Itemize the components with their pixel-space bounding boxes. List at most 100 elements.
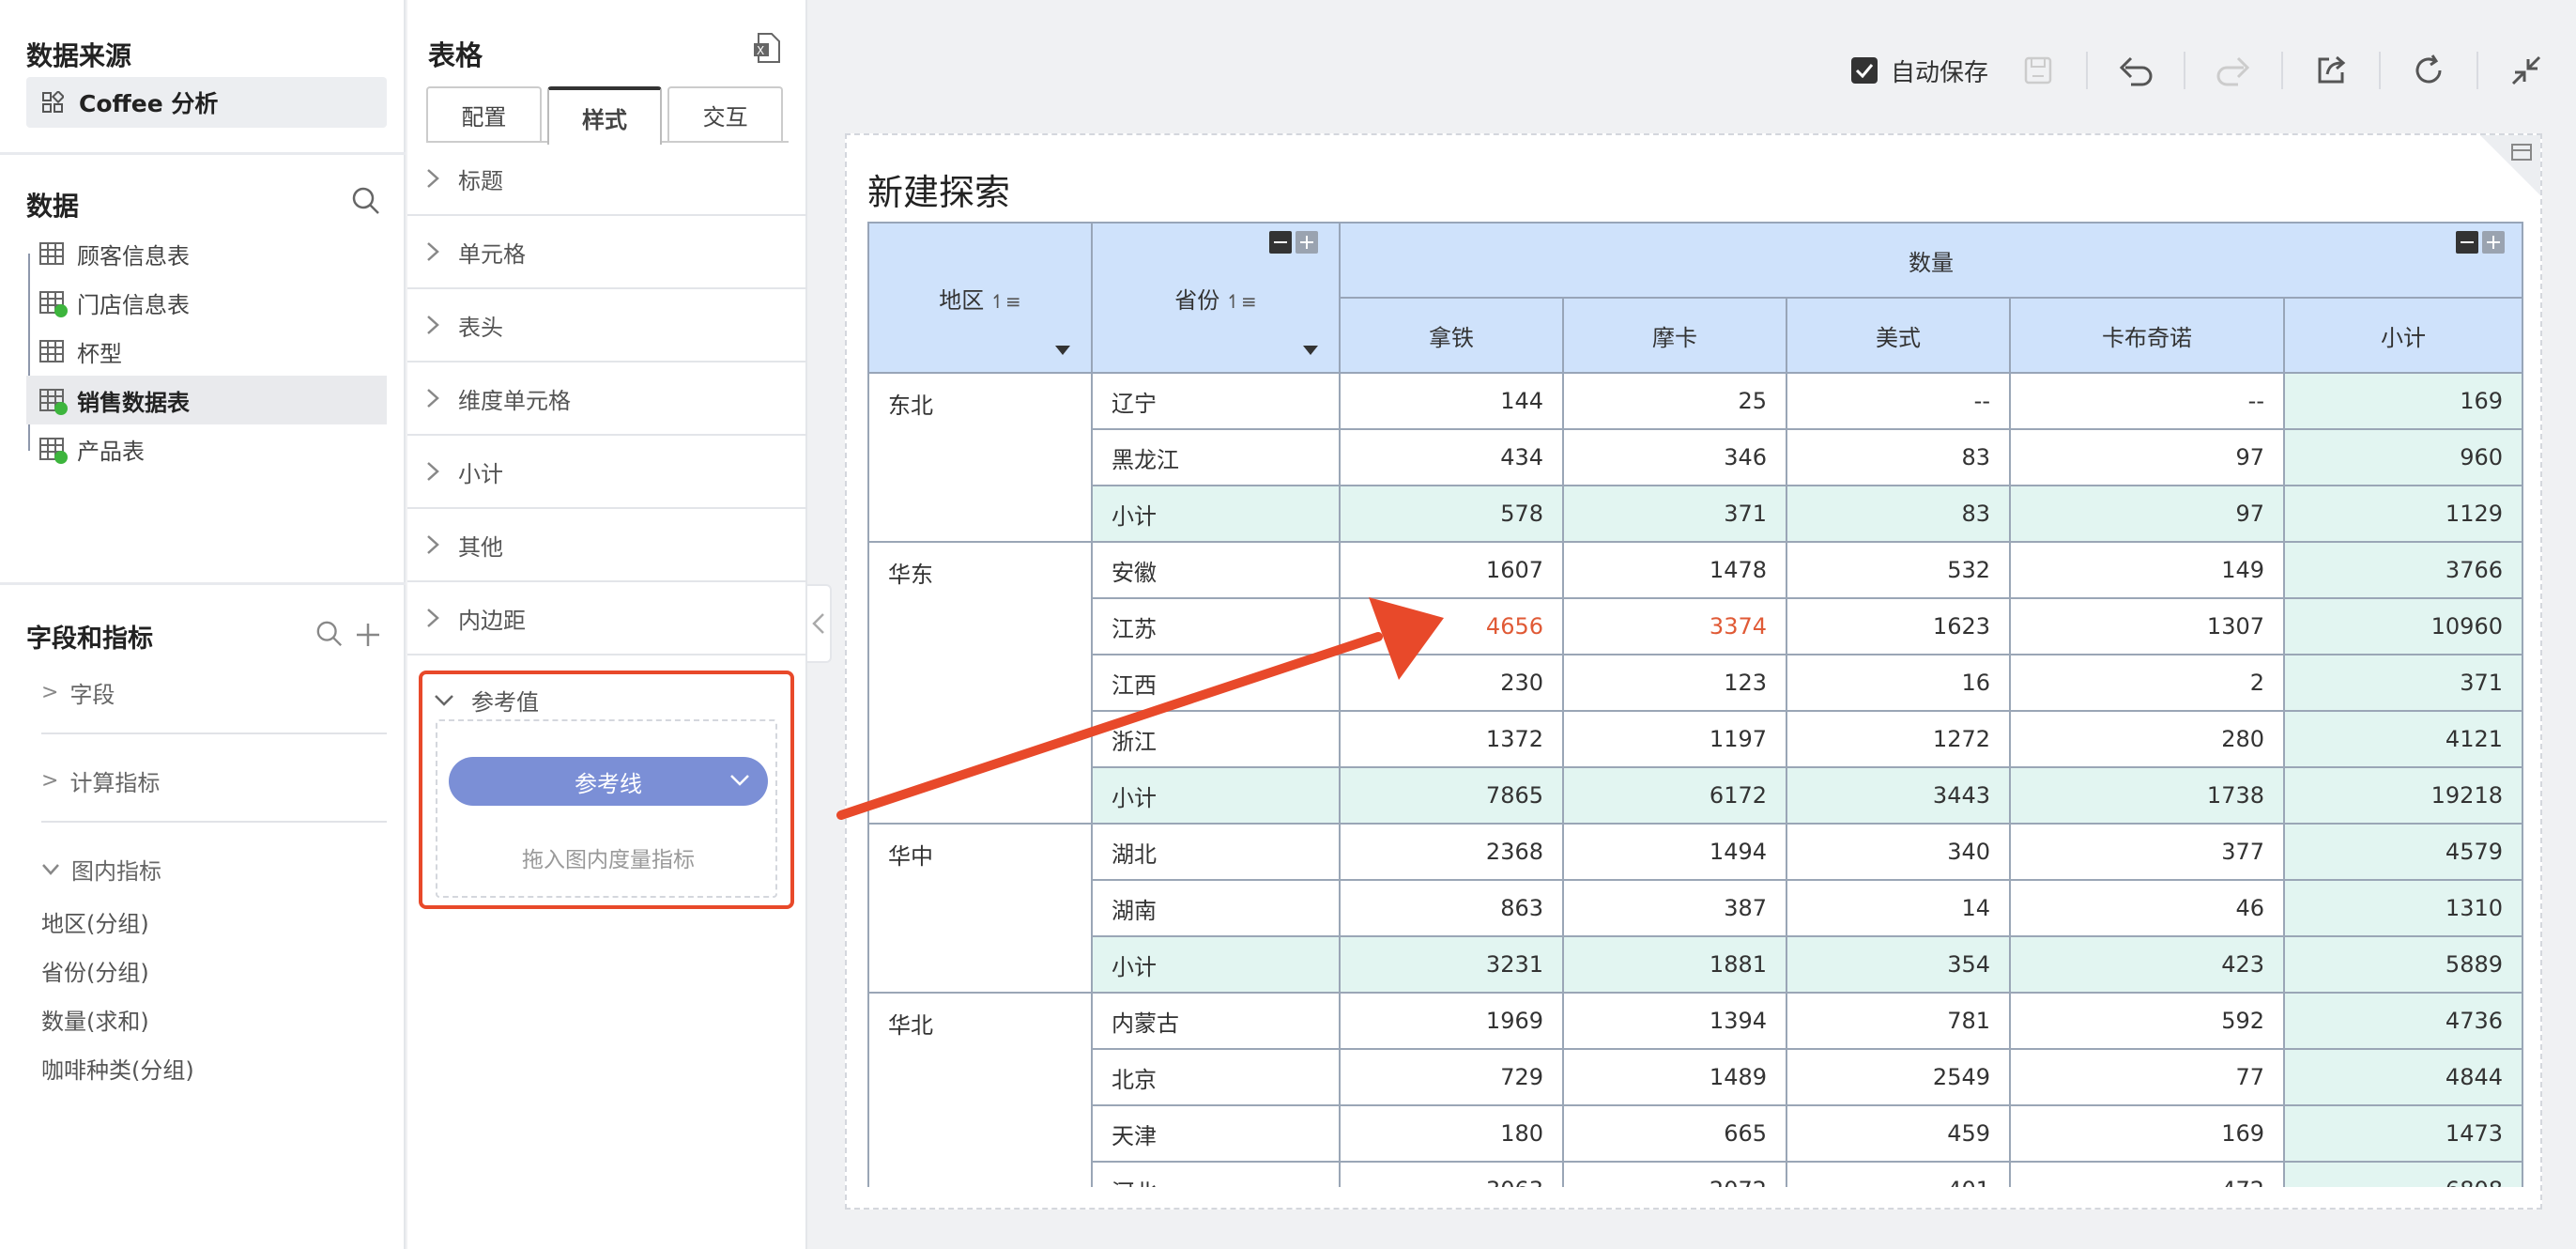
metric-item[interactable]: 数量(求和)	[41, 1003, 149, 1036]
value-cell[interactable]: 592	[2009, 992, 2285, 1050]
data-source-selector[interactable]: Coffee 分析	[26, 77, 387, 128]
value-cell[interactable]: 3063	[1339, 1161, 1564, 1187]
metric-item[interactable]: 地区(分组)	[41, 905, 149, 938]
value-cell[interactable]: 83	[1786, 485, 2011, 543]
value-cell[interactable]: 781	[1786, 992, 2011, 1050]
province-cell[interactable]: 河北	[1091, 1161, 1341, 1187]
province-cell[interactable]: 江苏	[1091, 597, 1341, 655]
value-cell[interactable]: 3766	[2283, 541, 2523, 599]
metric-item[interactable]: 咖啡种类(分组)	[41, 1052, 194, 1085]
value-cell[interactable]: 340	[1786, 823, 2011, 881]
province-cell[interactable]: 黑龙江	[1091, 428, 1341, 486]
value-cell[interactable]: 665	[1562, 1104, 1787, 1163]
collapse-icon[interactable]	[1269, 231, 1292, 254]
value-cell[interactable]: 729	[1339, 1048, 1564, 1106]
value-cell[interactable]: 4736	[2283, 992, 2523, 1050]
add-icon[interactable]	[355, 622, 381, 648]
table-item[interactable]: 顾客信息表	[26, 229, 387, 278]
province-cell[interactable]: 小计	[1091, 935, 1341, 994]
value-cell[interactable]: 1494	[1562, 823, 1787, 881]
style-section-item[interactable]: 内边距	[407, 582, 807, 655]
column-header[interactable]: 摩卡	[1562, 297, 1787, 374]
value-cell[interactable]: 25	[1562, 372, 1787, 430]
collapse-icon[interactable]	[2456, 231, 2478, 254]
reference-value-header[interactable]: 参考值	[434, 684, 539, 717]
value-cell[interactable]: 532	[1786, 541, 2011, 599]
province-cell[interactable]: 内蒙古	[1091, 992, 1341, 1050]
value-cell[interactable]: 97	[2009, 428, 2285, 486]
value-cell[interactable]: 14	[1786, 879, 2011, 937]
style-section-item[interactable]: 维度单元格	[407, 362, 807, 436]
save-button[interactable]	[2016, 49, 2060, 92]
province-cell[interactable]: 辽宁	[1091, 372, 1341, 430]
province-cell[interactable]: 小计	[1091, 485, 1341, 543]
value-cell[interactable]: 371	[1562, 485, 1787, 543]
province-cell[interactable]: 湖南	[1091, 879, 1341, 937]
table-item[interactable]: 销售数据表	[26, 376, 387, 424]
value-cell[interactable]: 1307	[2009, 597, 2285, 655]
value-cell[interactable]: 960	[2283, 428, 2523, 486]
filter-icon[interactable]	[1303, 346, 1318, 355]
value-cell[interactable]: 16	[1786, 654, 2011, 712]
value-cell[interactable]: 77	[2009, 1048, 2285, 1106]
value-cell[interactable]: 401	[1786, 1161, 2011, 1187]
province-cell[interactable]: 浙江	[1091, 710, 1341, 768]
value-cell[interactable]: 149	[2009, 541, 2285, 599]
value-cell[interactable]: 1394	[1562, 992, 1787, 1050]
region-header[interactable]: 地区 ↿≡	[867, 222, 1093, 374]
value-cell[interactable]: 371	[2283, 654, 2523, 712]
value-cell[interactable]: 1623	[1786, 597, 2011, 655]
value-cell[interactable]: 280	[2009, 710, 2285, 768]
value-cell[interactable]: 4656	[1339, 597, 1564, 655]
style-section-item[interactable]: 小计	[407, 436, 807, 509]
value-cell[interactable]: 123	[1562, 654, 1787, 712]
province-cell[interactable]: 小计	[1091, 766, 1341, 825]
search-icon[interactable]	[351, 186, 381, 216]
style-section-item[interactable]: 表头	[407, 289, 807, 362]
value-cell[interactable]: 2072	[1562, 1161, 1787, 1187]
undo-button[interactable]	[2114, 49, 2157, 92]
redo-button[interactable]	[2212, 49, 2255, 92]
value-cell[interactable]: 459	[1786, 1104, 2011, 1163]
value-cell[interactable]: 2549	[1786, 1048, 2011, 1106]
value-cell[interactable]: 97	[2009, 485, 2285, 543]
value-cell[interactable]: 19218	[2283, 766, 2523, 825]
column-header[interactable]: 卡布奇诺	[2009, 297, 2285, 374]
column-header[interactable]: 小计	[2283, 297, 2523, 374]
province-cell[interactable]: 江西	[1091, 654, 1341, 712]
value-cell[interactable]: 354	[1786, 935, 2011, 994]
collapse-panel-handle[interactable]	[807, 584, 832, 663]
value-cell[interactable]: --	[1786, 372, 2011, 430]
value-cell[interactable]: 434	[1339, 428, 1564, 486]
value-cell[interactable]: 46	[2009, 879, 2285, 937]
inner-metrics-section[interactable]: 图内指标	[41, 853, 161, 886]
value-cell[interactable]: 1372	[1339, 710, 1564, 768]
value-cell[interactable]: 4579	[2283, 823, 2523, 881]
value-cell[interactable]: 230	[1339, 654, 1564, 712]
region-cell[interactable]: 东北	[867, 372, 1093, 543]
tab-0[interactable]: 配置	[426, 86, 542, 141]
column-header[interactable]: 拿铁	[1339, 297, 1564, 374]
value-cell[interactable]: 1489	[1562, 1048, 1787, 1106]
sort-icon[interactable]: ↿≡	[989, 290, 1021, 313]
value-cell[interactable]: 2368	[1339, 823, 1564, 881]
value-cell[interactable]: 10960	[2283, 597, 2523, 655]
style-section-item[interactable]: 单元格	[407, 216, 807, 289]
province-cell[interactable]: 天津	[1091, 1104, 1341, 1163]
region-cell[interactable]: 华北	[867, 992, 1093, 1187]
corner-fold-icon[interactable]	[2480, 135, 2540, 195]
value-cell[interactable]: 144	[1339, 372, 1564, 430]
value-cell[interactable]: 346	[1562, 428, 1787, 486]
expand-icon[interactable]	[1296, 231, 1318, 254]
search-icon[interactable]	[315, 620, 344, 648]
value-cell[interactable]: 3443	[1786, 766, 2011, 825]
style-section-item[interactable]: 其他	[407, 509, 807, 582]
value-cell[interactable]: 1197	[1562, 710, 1787, 768]
table-item[interactable]: 产品表	[26, 424, 387, 473]
filter-icon[interactable]	[1055, 346, 1070, 355]
value-cell[interactable]: 1310	[2283, 879, 2523, 937]
value-cell[interactable]: 1478	[1562, 541, 1787, 599]
value-cell[interactable]: 7865	[1339, 766, 1564, 825]
share-button[interactable]	[2309, 49, 2353, 92]
value-cell[interactable]: 387	[1562, 879, 1787, 937]
